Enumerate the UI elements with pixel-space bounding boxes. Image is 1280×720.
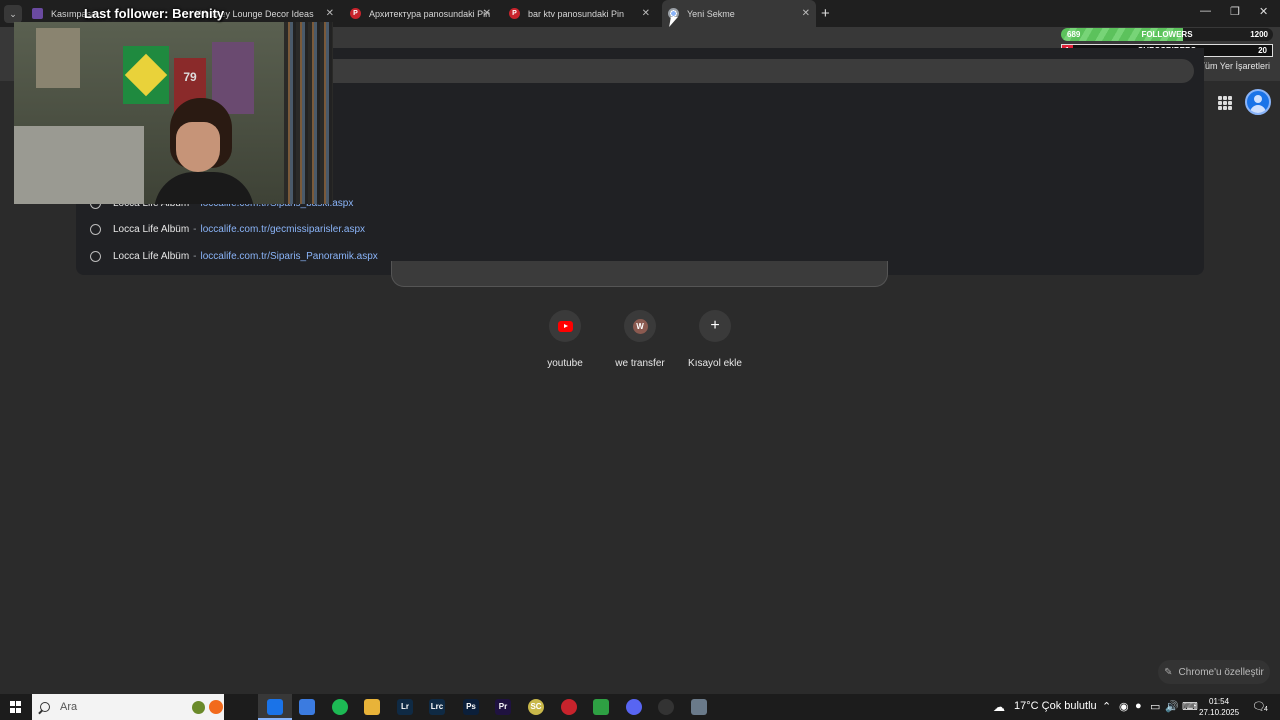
minimize-icon[interactable]: — [1200,5,1211,17]
add-icon: + [710,317,720,334]
shortcut-youtube[interactable]: youtube [525,310,605,369]
subscribers-goal: 20 [1258,46,1267,55]
green-app-icon[interactable] [593,699,609,715]
tab-title: Архитектура panosundaki Pin [369,8,491,19]
pinterest-icon: P [509,8,520,19]
search-icon [40,702,50,712]
tab-arkhitektura[interactable]: P Архитектура panosundaki Pin ✕ [345,0,497,27]
pencil-icon: ✎ [1164,666,1173,678]
pinterest-icon: P [350,8,361,19]
search-placeholder: Ara [60,701,78,713]
customize-label: Chrome'u özelleştir [1178,666,1264,678]
taskbar-search[interactable]: Ara [32,694,224,720]
followers-label: FOLLOWERS [1141,30,1193,39]
shortcut-tile: + [699,310,731,342]
shortcut-tile [549,310,581,342]
shortcut-label: we transfer [615,358,665,369]
youtube-icon [557,320,573,332]
profile-avatar[interactable] [1245,89,1271,115]
shortcut-tile: W [624,310,656,342]
photoshop-icon[interactable]: Ps [463,699,479,715]
new-tab-button[interactable]: + [821,5,830,22]
chrome-icon[interactable] [267,699,283,715]
suggestion-title: Locca Life Albüm [113,251,190,262]
display-icon[interactable]: ▭ [1150,700,1160,713]
close-tab-icon[interactable]: ✕ [326,8,334,19]
followers-goal-bar: 689 FOLLOWERS 1200 [1061,28,1273,41]
google-apps-icon[interactable] [1218,96,1232,110]
shortcut-label: Kısayol ekle [688,358,742,369]
wetransfer-icon: W [632,318,648,334]
tab-yeni-sekme[interactable]: Yeni Sekme ✕ [662,0,816,27]
clock-date: 27.10.2025 [1199,708,1240,717]
weather-text[interactable]: 17°C Çok bulutlu [1014,700,1097,712]
sc-app-icon[interactable]: SC [528,699,544,715]
red-app-icon[interactable] [561,699,577,715]
customize-chrome-button[interactable]: ✎ Chrome'u özelleştir [1158,660,1270,684]
tab-search-button[interactable]: ⌄ [4,5,22,23]
copilot-icon[interactable] [299,699,315,715]
omnibox-suggestion[interactable]: Locca Life Albüm - loccalife.com.tr/Sipa… [90,251,378,262]
brazil-flag [123,46,169,104]
file-explorer-icon[interactable] [364,699,380,715]
globe-icon [90,251,101,262]
all-bookmarks-button[interactable]: Tüm Yer İşaretleri [1199,61,1270,71]
webcam-overlay: 79 [14,22,333,204]
notification-count: 4 [1264,706,1268,713]
shortcut-we-transfer[interactable]: W we transfer [600,310,680,369]
shortcut-label: youtube [547,358,583,369]
suggestion-url: loccalife.com.tr/gecmissiparisler.aspx [200,224,366,235]
suggestion-title: Locca Life Albüm [113,224,190,235]
close-window-icon[interactable]: ✕ [1259,5,1268,18]
premiere-icon[interactable]: Pr [495,699,511,715]
keyboard-icon[interactable]: ⌨ [1182,700,1198,713]
search-highlight-icon [192,701,205,714]
system-clock[interactable]: 01:54 27.10.2025 [1199,696,1239,718]
weather-icon[interactable]: ☁ [993,700,1005,714]
tab-bar-ktv[interactable]: P bar ktv panosundaki Pin ✕ [504,0,656,27]
restore-icon[interactable]: ❐ [1230,5,1240,18]
windows-start-icon[interactable] [10,701,22,713]
discord-icon[interactable] [626,699,642,715]
close-tab-icon[interactable]: ✕ [802,8,810,19]
clock-time: 01:54 [1209,697,1230,706]
obs-icon[interactable] [658,699,674,715]
ntp-search-box[interactable] [391,261,888,287]
omnibox-input[interactable] [310,59,1194,83]
bed [14,126,144,204]
spotify-icon[interactable] [332,699,348,715]
bookshelf [284,22,333,204]
suggestion-separator: - [193,251,197,262]
show-hidden-icons[interactable]: ⌃ [1102,700,1111,713]
last-follower-text: Last follower: Berenity [84,6,225,21]
search-highlight-icon [209,700,223,714]
task-view-icon[interactable] [233,699,249,715]
taskbar: Ara Lr Lrc Ps Pr SC ☁ 17°C Çok bulutlu ⌃ ◉ ●… [0,694,1280,720]
lightroom-icon[interactable]: Lr [397,699,413,715]
shortcut-add[interactable]: + Kısayol ekle [675,310,755,369]
volume-icon[interactable]: 🔊 [1165,700,1179,713]
tab-title: bar ktv panosundaki Pin [528,8,625,19]
followers-goal: 1200 [1250,30,1268,39]
close-tab-icon[interactable]: ✕ [483,8,491,19]
close-tab-icon[interactable]: ✕ [642,8,650,19]
microphone-icon[interactable]: ● [1135,700,1142,712]
tab-title: Yeni Sekme [687,8,735,19]
globe-icon [90,224,101,235]
lightroom-classic-icon[interactable]: Lrc [429,699,445,715]
suggestion-separator: - [193,224,197,235]
network-icon[interactable]: ◉ [1119,700,1129,713]
suggestion-url: loccalife.com.tr/Siparis_Panoramik.aspx [200,251,378,262]
omnibox-suggestion[interactable]: Locca Life Albüm - loccalife.com.tr/gecm… [90,224,365,235]
app-icon [32,8,43,19]
window-app-icon[interactable] [691,699,707,715]
